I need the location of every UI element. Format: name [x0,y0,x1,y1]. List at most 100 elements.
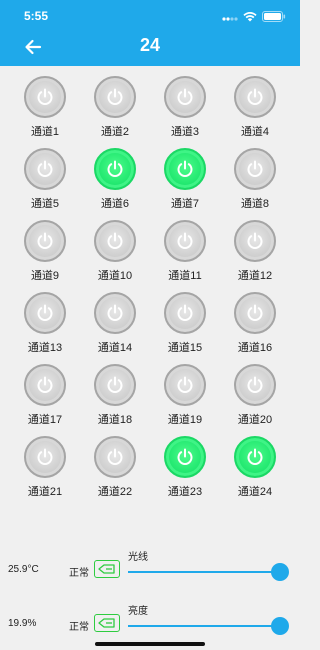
channel-label: 通道4 [240,126,270,138]
channel-item: 通道6 [80,138,150,210]
channel-label: 通道13 [27,342,63,354]
power-icon [37,160,53,177]
power-icon [107,304,123,321]
channel-power-switch[interactable] [234,220,276,262]
channel-label: 通道11 [168,270,202,282]
sensor-row: 19.9% 正常 亮度 [0,602,300,642]
channel-item: 通道15 [150,282,220,354]
channel-label: 通道1 [30,126,60,138]
channel-item: 通道24 [220,426,290,498]
power-icon [107,160,123,177]
battery-icon [262,9,286,27]
channel-power-switch[interactable] [164,220,206,262]
power-icon [107,448,123,465]
power-icon [177,448,193,465]
channel-label: 通道2 [100,126,130,138]
power-icon [247,88,263,105]
power-icon [37,232,53,249]
channel-label: 通道19 [167,414,203,426]
channel-item: 通道10 [80,210,150,282]
channel-power-switch[interactable] [164,436,206,478]
channel-label: 通道6 [100,198,130,210]
channel-label: 通道21 [27,486,63,498]
power-icon [177,304,193,321]
channel-power-switch[interactable] [24,220,66,262]
status-bar: 5:55 [0,0,300,30]
power-icon [247,160,263,177]
channel-label: 通道12 [237,270,273,282]
power-icon [107,376,123,393]
channel-item: 通道4 [220,66,290,138]
channel-item: 通道17 [10,354,80,426]
channel-label: 通道20 [237,414,273,426]
power-icon [37,376,53,393]
status-icons [222,9,286,27]
sensor-value: 25.9°C [8,564,39,575]
power-icon [37,304,53,321]
channel-item: 通道13 [10,282,80,354]
title-bar: 24 [0,30,300,66]
channel-label: 通道16 [237,342,273,354]
channel-power-switch[interactable] [24,76,66,118]
channel-power-switch[interactable] [234,364,276,406]
sensor-status: 正常 [69,568,89,579]
power-icon [177,376,193,393]
power-icon [177,88,193,105]
channel-item: 通道11 [150,210,220,282]
channel-power-switch[interactable] [164,292,206,334]
channel-item: 通道2 [80,66,150,138]
channel-item: 通道9 [10,210,80,282]
channel-item: 通道21 [10,426,80,498]
channel-power-switch[interactable] [164,148,206,190]
status-time: 5:55 [24,9,49,23]
channel-power-switch[interactable] [94,292,136,334]
signal-tag-icon [94,560,120,578]
channel-item: 通道18 [80,354,150,426]
channel-item: 通道8 [220,138,290,210]
channel-power-switch[interactable] [234,76,276,118]
app-header: 5:55 24 [0,0,300,66]
channel-item: 通道19 [150,354,220,426]
channel-power-switch[interactable] [24,148,66,190]
channel-item: 通道23 [150,426,220,498]
sensor-name: 光线 [128,552,148,563]
channel-power-switch[interactable] [234,436,276,478]
channel-power-switch[interactable] [24,364,66,406]
sensor-slider-track[interactable] [128,571,280,573]
power-icon [247,232,263,249]
channel-power-switch[interactable] [94,364,136,406]
channel-item: 通道12 [220,210,290,282]
sensor-name: 亮度 [128,606,148,617]
page-title: 24 [139,35,161,55]
channel-power-switch[interactable] [24,436,66,478]
channel-power-switch[interactable] [94,436,136,478]
channel-power-switch[interactable] [234,148,276,190]
channel-item: 通道22 [80,426,150,498]
power-icon [247,304,263,321]
channel-power-switch[interactable] [24,292,66,334]
channel-power-switch[interactable] [164,76,206,118]
power-icon [37,88,53,105]
channel-item: 通道5 [10,138,80,210]
wifi-icon [243,9,257,27]
channel-item: 通道3 [150,66,220,138]
channel-label: 通道9 [30,270,60,282]
channel-item: 通道14 [80,282,150,354]
channel-power-switch[interactable] [94,148,136,190]
channel-power-switch[interactable] [94,220,136,262]
channel-label: 通道3 [170,126,200,138]
channel-item: 通道7 [150,138,220,210]
power-icon [247,448,263,465]
channel-label: 通道23 [167,486,203,498]
sensor-slider-thumb[interactable] [271,617,289,635]
channel-label: 通道8 [240,198,270,210]
sensor-slider-thumb[interactable] [271,563,289,581]
power-icon [247,376,263,393]
sensor-slider-track[interactable] [128,625,280,627]
signal-tag-icon [94,614,120,632]
channel-power-switch[interactable] [164,364,206,406]
channel-power-switch[interactable] [94,76,136,118]
cellular-dots-icon [222,9,238,27]
channel-power-switch[interactable] [234,292,276,334]
channel-item: 通道16 [220,282,290,354]
